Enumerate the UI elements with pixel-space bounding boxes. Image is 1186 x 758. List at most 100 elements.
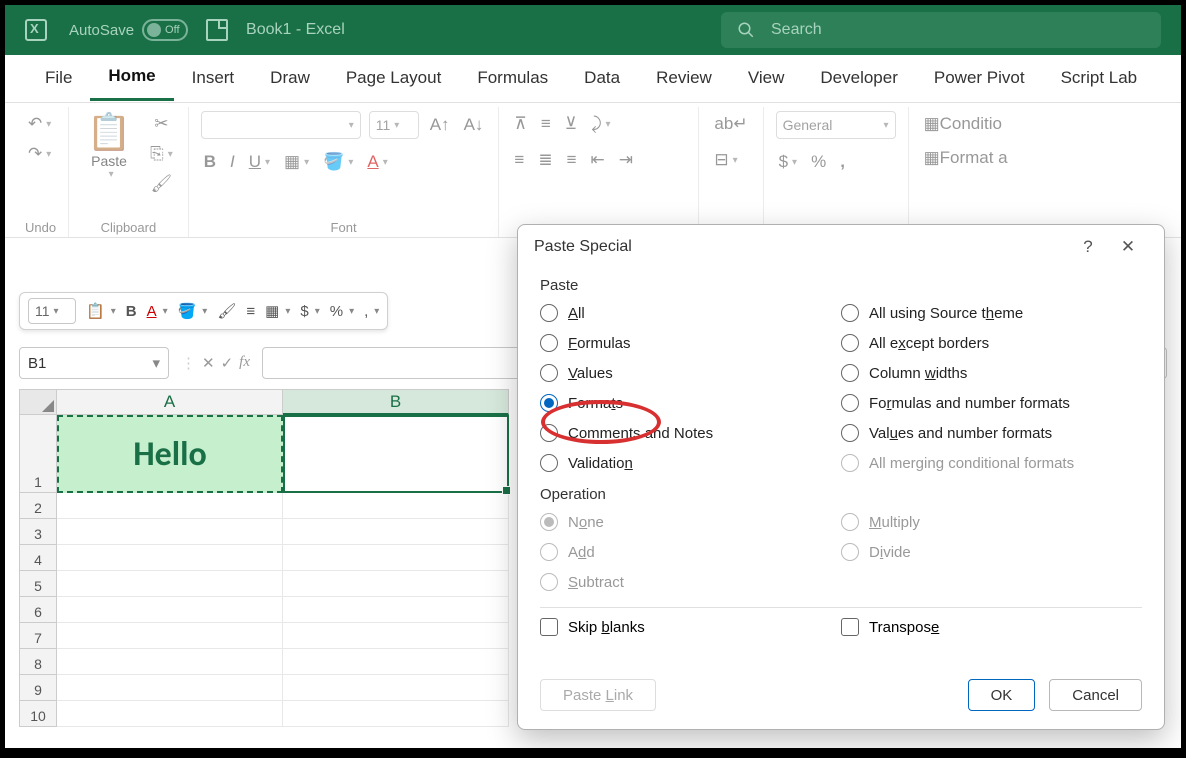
row-header[interactable]: 4 [19, 545, 57, 571]
cell[interactable] [283, 701, 509, 727]
ok-button[interactable]: OK [968, 679, 1036, 711]
column-header-b[interactable]: B [283, 389, 509, 415]
cell[interactable] [57, 701, 283, 727]
align-center-button[interactable]: ≣ [535, 147, 555, 173]
radio-option[interactable]: Values and number formats [841, 422, 1142, 444]
tab-view[interactable]: View [730, 58, 803, 100]
cell-b1[interactable] [283, 415, 509, 493]
radio-option[interactable]: Formulas [540, 332, 841, 354]
orientation-button[interactable]: ⤸▾ [588, 111, 613, 137]
number-format-combo[interactable]: General▾ [776, 111, 896, 139]
column-header-a[interactable]: A [57, 389, 283, 415]
cell[interactable] [283, 675, 509, 701]
paste-link-button[interactable]: Paste Link [540, 679, 656, 711]
fx-icon[interactable]: fx [239, 354, 250, 372]
font-size-combo[interactable]: 11▾ [369, 111, 419, 139]
cell-a1[interactable]: Hello [57, 415, 283, 493]
row-header[interactable]: 6 [19, 597, 57, 623]
cell[interactable] [57, 545, 283, 571]
underline-button[interactable]: U▾ [246, 149, 273, 175]
increase-font-button[interactable]: A↑ [427, 112, 453, 138]
fill-color-button[interactable]: 🪣▾ [320, 149, 356, 175]
mini-fill-color-button[interactable]: 🪣▾ [178, 302, 208, 320]
row-header[interactable]: 7 [19, 623, 57, 649]
mini-align-button[interactable]: ≡ [246, 303, 255, 320]
cell[interactable] [283, 493, 509, 519]
radio-option[interactable]: Comments and Notes [540, 422, 841, 444]
cell[interactable] [283, 649, 509, 675]
cell[interactable] [57, 649, 283, 675]
cell[interactable] [57, 519, 283, 545]
row-header[interactable]: 5 [19, 571, 57, 597]
tab-file[interactable]: File [27, 58, 90, 100]
align-left-button[interactable]: ≡ [511, 147, 527, 173]
radio-option[interactable]: All except borders [841, 332, 1142, 354]
row-header[interactable]: 8 [19, 649, 57, 675]
row-header[interactable]: 10 [19, 701, 57, 727]
search-input[interactable] [771, 21, 1145, 39]
cell[interactable] [283, 519, 509, 545]
cell[interactable] [57, 623, 283, 649]
row-header[interactable]: 9 [19, 675, 57, 701]
font-color-button[interactable]: A▾ [364, 149, 390, 175]
cut-button[interactable]: ✂ [147, 111, 176, 137]
tab-draw[interactable]: Draw [252, 58, 328, 100]
borders-button[interactable]: ▦▾ [281, 149, 312, 175]
cell[interactable] [57, 597, 283, 623]
row-header[interactable]: 2 [19, 493, 57, 519]
radio-option[interactable]: Formats [540, 392, 841, 414]
tab-review[interactable]: Review [638, 58, 730, 100]
comma-format-button[interactable]: , [837, 149, 848, 175]
tab-power-pivot[interactable]: Power Pivot [916, 58, 1043, 100]
mini-format-painter-button[interactable]: 🖌 [217, 302, 236, 320]
mini-borders-button[interactable]: ▦▾ [265, 302, 290, 320]
mini-font-size[interactable]: 11▾ [28, 298, 76, 324]
radio-option[interactable]: All using Source theme [841, 302, 1142, 324]
cancel-button[interactable]: Cancel [1049, 679, 1142, 711]
decrease-font-button[interactable]: A↓ [461, 112, 487, 138]
tab-data[interactable]: Data [566, 58, 638, 100]
tab-developer[interactable]: Developer [802, 58, 916, 100]
cell[interactable] [57, 493, 283, 519]
merge-button[interactable]: ⊟▾ [711, 147, 740, 173]
align-right-button[interactable]: ≡ [564, 147, 580, 173]
mini-bold-button[interactable]: B [126, 303, 137, 320]
skip-blanks-checkbox[interactable]: Skip blanks [540, 618, 841, 636]
cell[interactable] [57, 571, 283, 597]
mini-percent-button[interactable]: %▾ [330, 303, 354, 320]
align-bottom-button[interactable]: ⊻ [562, 111, 580, 137]
format-as-table-button[interactable]: ▦ Format a [921, 145, 1011, 171]
copy-button[interactable]: ⎘▾ [147, 141, 176, 167]
cell[interactable] [283, 623, 509, 649]
name-box[interactable]: B1 ▾ [19, 347, 169, 379]
radio-option[interactable]: Validation [540, 452, 841, 474]
select-all-corner[interactable] [19, 389, 57, 415]
autosave-toggle[interactable]: AutoSave Off [69, 19, 188, 41]
save-icon[interactable] [206, 19, 228, 41]
mini-number-button[interactable]: $▾ [300, 303, 319, 320]
dialog-help-button[interactable]: ? [1068, 237, 1108, 257]
radio-option[interactable]: Formulas and number formats [841, 392, 1142, 414]
search-box[interactable] [721, 12, 1161, 48]
radio-option[interactable]: Column widths [841, 362, 1142, 384]
italic-button[interactable]: I [227, 149, 238, 175]
redo-button[interactable]: ↷▾ [25, 141, 54, 167]
tab-script-lab[interactable]: Script Lab [1043, 58, 1156, 100]
undo-button[interactable]: ↶▾ [25, 111, 54, 137]
tab-home[interactable]: Home [90, 56, 173, 101]
cell[interactable] [283, 597, 509, 623]
align-top-button[interactable]: ⊼ [511, 111, 529, 137]
mini-paste-button[interactable]: 📋▾ [86, 302, 116, 320]
radio-option[interactable]: All [540, 302, 841, 324]
row-header[interactable]: 3 [19, 519, 57, 545]
mini-font-color-button[interactable]: A▾ [147, 303, 168, 320]
cancel-formula-icon[interactable]: ✕ [202, 354, 215, 372]
cell[interactable] [283, 545, 509, 571]
tab-formulas[interactable]: Formulas [459, 58, 566, 100]
radio-option[interactable]: Values [540, 362, 841, 384]
mini-comma-button[interactable]: ,▾ [364, 303, 379, 320]
dialog-close-button[interactable]: ✕ [1108, 237, 1148, 257]
confirm-formula-icon[interactable]: ✓ [221, 354, 234, 372]
increase-indent-button[interactable]: ⇥ [616, 147, 636, 173]
percent-format-button[interactable]: % [808, 149, 829, 175]
